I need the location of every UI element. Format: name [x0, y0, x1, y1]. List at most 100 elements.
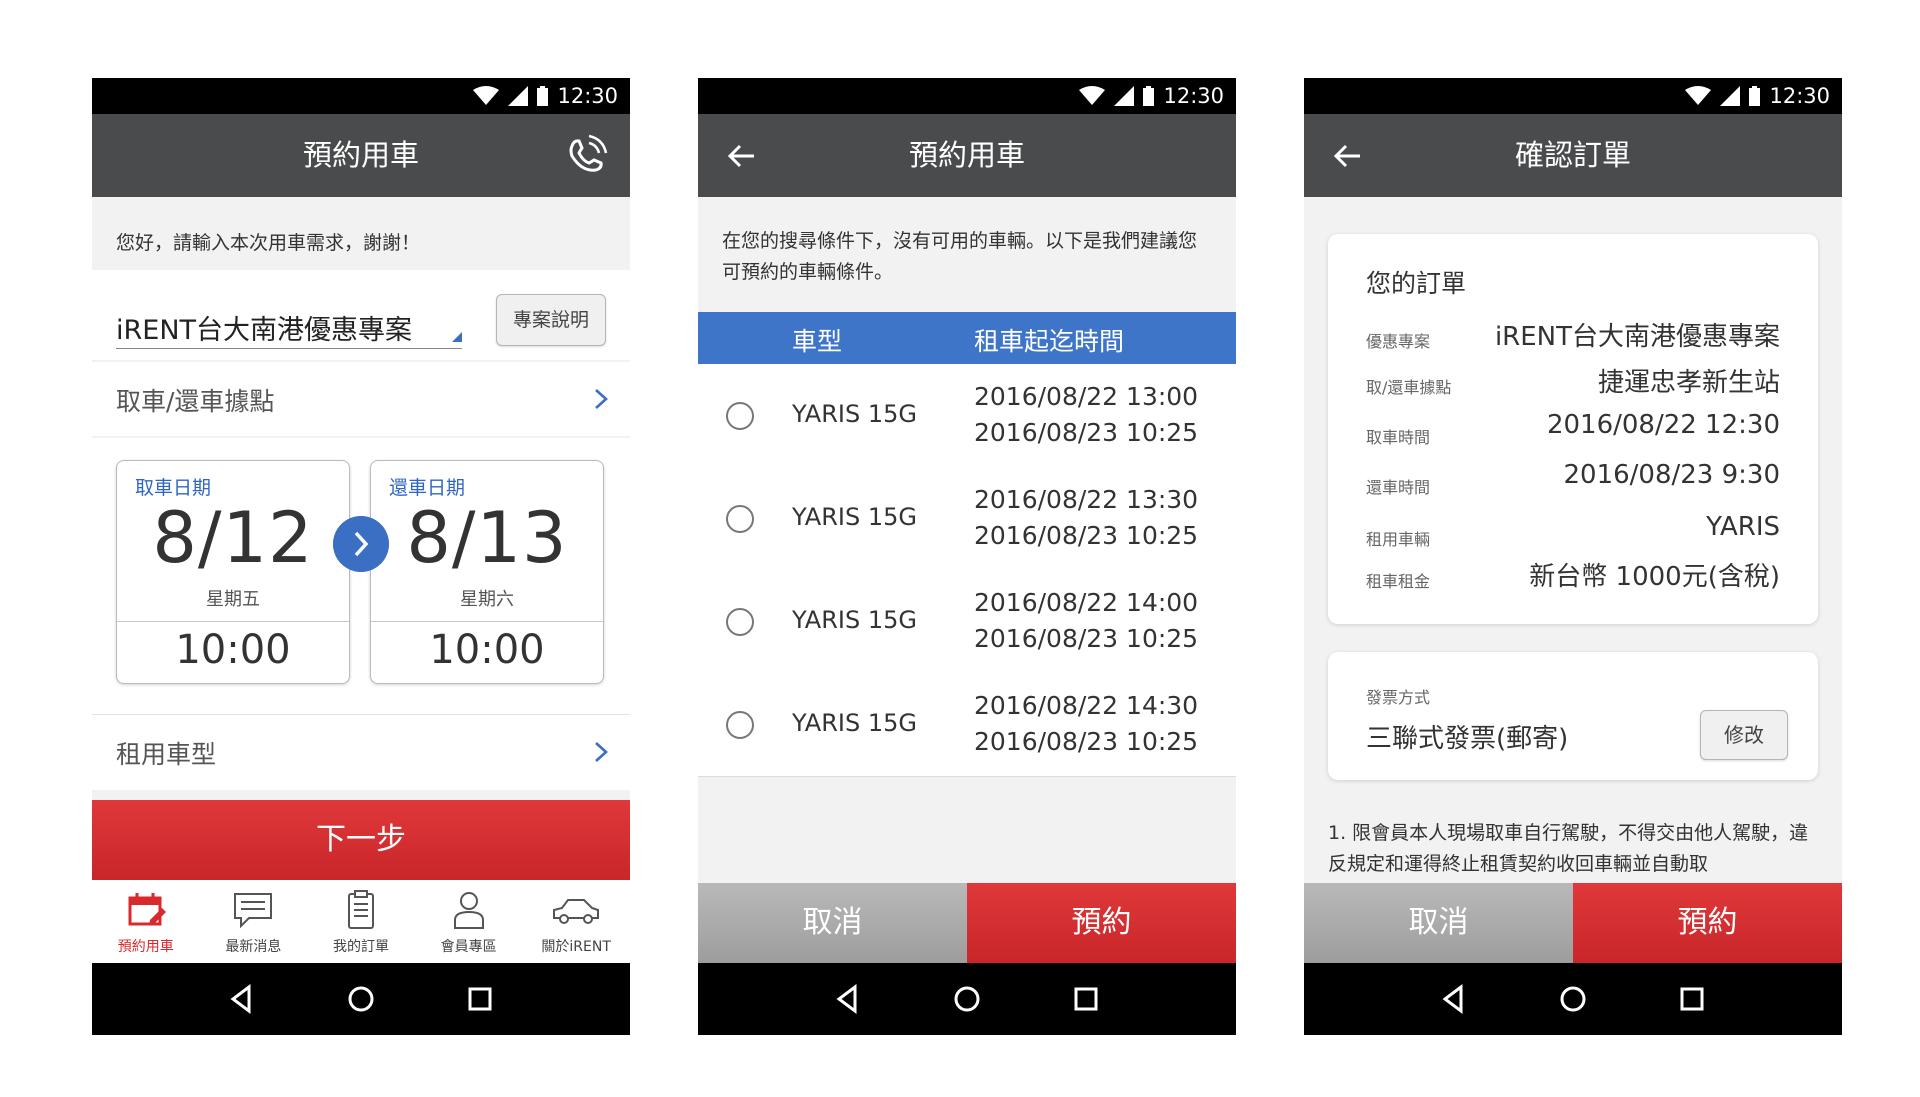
nav-home-icon[interactable]: [1556, 982, 1590, 1016]
car-model: YARIS 15G: [792, 400, 917, 428]
greeting-text: 您好，請輸入本次用車需求，謝謝！: [116, 232, 421, 254]
book-button[interactable]: 預約: [1573, 883, 1842, 963]
wifi-icon: [1685, 86, 1712, 105]
message-icon: [234, 893, 273, 929]
detail-value: 新台幣 1000元(含稅): [1529, 562, 1780, 592]
table-row[interactable]: YARIS 15G 2016/08/22 14:30 2016/08/23 10…: [698, 673, 1236, 777]
rent-start: 2016/08/22 13:30: [974, 485, 1199, 514]
nav-back-icon[interactable]: [225, 982, 259, 1016]
action-bar: 取消 預約: [698, 883, 1236, 963]
system-nav-bar: [698, 963, 1236, 1035]
detail-value: YARIS: [1706, 512, 1780, 542]
page-title: 預約用車: [908, 138, 1025, 172]
cancel-button[interactable]: 取消: [1304, 883, 1573, 963]
detail-label: 租車租金: [1366, 572, 1431, 591]
car-type-label: 租用車型: [116, 740, 217, 769]
pickup-date-card[interactable]: 取車日期 8/12 星期五 10:00: [116, 460, 350, 684]
nav-home-icon[interactable]: [950, 982, 984, 1016]
screen-car-options: 12:30 預約用車 在您的搜尋條件下，沒有可用的車輛。以下是我們建議您可預約的…: [698, 78, 1236, 1035]
tab-member[interactable]: 會員專區: [415, 880, 523, 963]
dates-row: 取車日期 8/12 星期五 10:00 還車日期 8/13 星期六 10:00: [92, 438, 630, 722]
table-row[interactable]: YARIS 15G 2016/08/22 13:30 2016/08/23 10…: [698, 467, 1236, 571]
no-availability-notice: 在您的搜尋條件下，沒有可用的車輛。以下是我們建議您可預約的車輛條件。: [722, 230, 1198, 283]
return-caption: 還車日期: [389, 477, 466, 499]
wifi-icon: [1079, 86, 1106, 105]
return-time[interactable]: 10:00: [371, 627, 603, 673]
detail-value: 2016/08/23 9:30: [1563, 460, 1780, 490]
invoice-value: 三聯式發票(郵寄): [1366, 724, 1569, 754]
detail-value: 捷運忠孝新生站: [1597, 368, 1780, 398]
system-nav-bar: [1304, 963, 1842, 1035]
person-icon: [453, 892, 484, 929]
rent-start: 2016/08/22 14:00: [974, 588, 1199, 617]
phone-call-icon[interactable]: [562, 132, 610, 180]
tab-book-car[interactable]: 預約用車: [92, 880, 200, 963]
return-date-card[interactable]: 還車日期 8/13 星期六 10:00: [370, 460, 604, 684]
return-date: 8/13: [406, 497, 568, 579]
tab-label: 預約用車: [117, 939, 174, 955]
page-title: 確認訂單: [1514, 138, 1631, 172]
status-time: 12:30: [1769, 84, 1830, 108]
order-summary-card: 您的訂單 優惠專案 iRENT台大南港優惠專案 取/還車據點 捷運忠孝新生站 取…: [1328, 234, 1818, 624]
nav-back-icon[interactable]: [831, 982, 865, 1016]
table-row[interactable]: YARIS 15G 2016/08/22 14:00 2016/08/23 10…: [698, 570, 1236, 674]
tab-label: 最新消息: [225, 939, 282, 955]
action-bar: 取消 預約: [1304, 883, 1842, 963]
battery-icon: [1749, 86, 1761, 106]
book-button[interactable]: 預約: [967, 883, 1236, 963]
rent-end: 2016/08/23 10:25: [974, 418, 1199, 447]
radio-button[interactable]: [726, 402, 754, 430]
car-model: YARIS 15G: [792, 503, 917, 531]
tab-label: 關於iRENT: [541, 939, 611, 955]
tab-my-orders[interactable]: 我的訂單: [307, 880, 415, 963]
nav-recents-icon[interactable]: [1069, 982, 1103, 1016]
invoice-label: 發票方式: [1366, 688, 1431, 707]
tab-about[interactable]: 關於iRENT: [522, 880, 630, 963]
screen-booking: 12:30 預約用車 您好，請輸入本次用車需求，謝謝！ iRENT台大南港優惠專…: [92, 78, 630, 1035]
location-label: 取車/還車據點: [116, 387, 275, 416]
table-header: 車型 租車起迄時間: [698, 312, 1236, 364]
nav-back-icon[interactable]: [1437, 982, 1471, 1016]
nav-recents-icon[interactable]: [1675, 982, 1709, 1016]
status-bar: 12:30: [1304, 78, 1842, 114]
cancel-button[interactable]: 取消: [698, 883, 967, 963]
radio-button[interactable]: [726, 505, 754, 533]
detail-label: 優惠專案: [1366, 332, 1431, 351]
rent-end: 2016/08/23 10:25: [974, 727, 1199, 756]
radio-button[interactable]: [726, 608, 754, 636]
car-type-row[interactable]: 租用車型: [92, 714, 630, 790]
app-bar: 預約用車: [698, 114, 1236, 197]
battery-icon: [1143, 86, 1155, 106]
status-time: 12:30: [1163, 84, 1224, 108]
detail-label: 還車時間: [1366, 478, 1431, 497]
rent-start: 2016/08/22 14:30: [974, 691, 1199, 720]
detail-label: 取/還車據點: [1366, 378, 1452, 397]
detail-value: iRENT台大南港優惠專案: [1494, 322, 1780, 352]
table-row[interactable]: YARIS 15G 2016/08/22 13:00 2016/08/23 10…: [698, 364, 1236, 468]
status-bar: 12:30: [698, 78, 1236, 114]
radio-button[interactable]: [726, 711, 754, 739]
status-time: 12:30: [557, 84, 618, 108]
pickup-weekday: 星期五: [206, 589, 260, 610]
plan-select[interactable]: iRENT台大南港優惠專案: [116, 308, 412, 347]
location-row[interactable]: 取車/還車據點: [92, 362, 630, 436]
next-step-button[interactable]: 下一步: [92, 800, 630, 880]
dropdown-caret-icon[interactable]: [452, 332, 462, 342]
tab-news[interactable]: 最新消息: [200, 880, 308, 963]
plan-row: iRENT台大南港優惠專案 專案說明: [92, 270, 630, 360]
invoice-card: 發票方式 三聯式發票(郵寄) 修改: [1328, 652, 1818, 780]
return-weekday: 星期六: [460, 589, 514, 610]
plan-info-button[interactable]: 專案說明: [496, 294, 606, 346]
nav-recents-icon[interactable]: [463, 982, 497, 1016]
plan-underline: [116, 348, 462, 349]
chevron-right-icon: [595, 742, 608, 762]
car-icon: [553, 899, 600, 924]
edit-invoice-button[interactable]: 修改: [1700, 710, 1788, 760]
detail-label: 取車時間: [1366, 428, 1431, 447]
pickup-time[interactable]: 10:00: [117, 627, 349, 673]
chevron-right-icon: [595, 389, 608, 409]
signal-icon: [1720, 86, 1741, 106]
terms-text: 1. 限會員本人現場取車自行駕駛，不得交由他人駕駛，違反規定和運得終止租賃契約收…: [1328, 822, 1809, 875]
tab-label: 我的訂單: [332, 939, 389, 955]
nav-home-icon[interactable]: [344, 982, 378, 1016]
